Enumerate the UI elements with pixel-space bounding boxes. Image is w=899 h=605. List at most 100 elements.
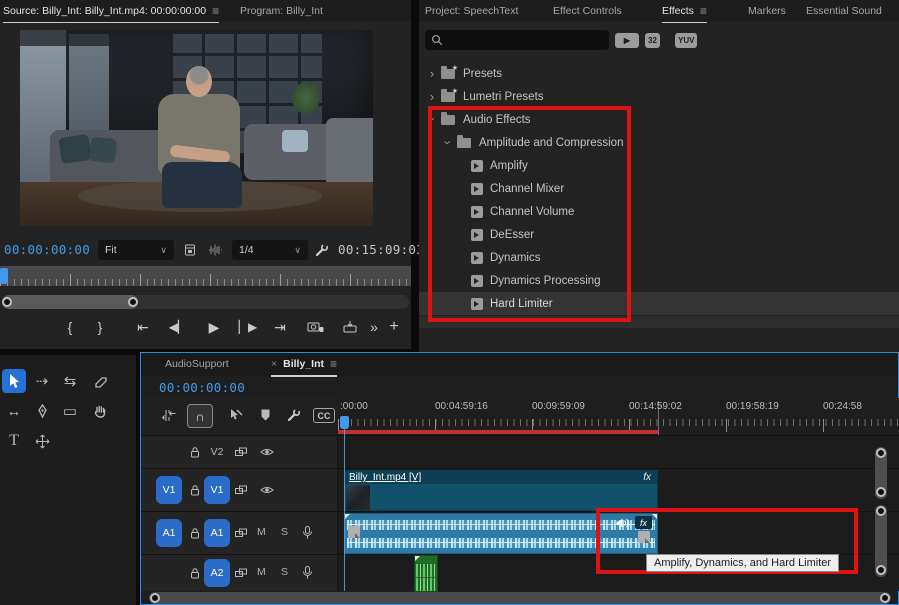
effects-tree-item[interactable]: ›Audio Effects bbox=[419, 108, 899, 131]
fit-dropdown[interactable]: Fit ∨ bbox=[98, 240, 174, 260]
type-tool[interactable]: T bbox=[2, 429, 26, 453]
source-patch-a1[interactable]: A1 bbox=[156, 519, 182, 547]
solo-button[interactable]: S bbox=[281, 566, 288, 578]
lock-icon[interactable] bbox=[187, 565, 203, 581]
mic-icon[interactable] bbox=[299, 564, 315, 580]
selection-tool[interactable] bbox=[2, 369, 26, 393]
fx-badge[interactable]: fx bbox=[643, 472, 651, 483]
timeline-settings-wrench-icon[interactable] bbox=[281, 404, 305, 426]
nest-sequence-icon[interactable] bbox=[157, 404, 181, 426]
mic-icon[interactable] bbox=[299, 524, 315, 540]
more-buttons-chevron[interactable]: » bbox=[366, 314, 382, 340]
mark-out-button[interactable]: } bbox=[92, 314, 108, 340]
tab-effects[interactable]: Effects ≡ bbox=[662, 0, 707, 23]
effects-tree-item[interactable]: ›★Presets bbox=[419, 62, 899, 85]
scroll-handle[interactable] bbox=[876, 487, 886, 497]
play-button[interactable]: ▶ bbox=[204, 314, 224, 340]
zoom-handle-right[interactable] bbox=[128, 297, 138, 307]
settings-output-icon[interactable] bbox=[181, 241, 199, 259]
remap-tool[interactable] bbox=[30, 429, 54, 453]
timeline-ruler[interactable]: :00:0000:04:59:1600:09:59:0900:14:59:020… bbox=[338, 398, 899, 435]
export-frame-button[interactable] bbox=[303, 314, 327, 340]
add-button-plus[interactable]: + bbox=[386, 314, 402, 340]
mute-button[interactable]: M bbox=[257, 526, 266, 538]
effects-tree-item[interactable]: ›Amplitude and Compression bbox=[419, 131, 899, 154]
sync-lock-icon[interactable] bbox=[233, 525, 249, 541]
insert-button[interactable] bbox=[338, 314, 362, 340]
track-target-v1[interactable]: V1 bbox=[204, 476, 230, 504]
accelerated-effects-badge[interactable]: ▶ bbox=[615, 33, 639, 48]
source-ruler[interactable] bbox=[0, 266, 411, 286]
track-zoom-scrollbar-audio[interactable] bbox=[875, 505, 887, 577]
fade-handle-icon[interactable] bbox=[652, 514, 657, 519]
scroll-handle[interactable] bbox=[880, 593, 890, 603]
ripple-edit-tool[interactable]: ⇆ bbox=[58, 369, 82, 393]
goto-out-button[interactable]: ⇥ bbox=[270, 314, 290, 340]
settings-wrench-icon[interactable] bbox=[312, 241, 330, 259]
audio-clip-billy-int[interactable]: fx bbox=[344, 513, 658, 554]
track-zoom-scrollbar-video[interactable] bbox=[875, 447, 887, 499]
scroll-handle[interactable] bbox=[876, 448, 886, 458]
pen-tool[interactable] bbox=[30, 399, 54, 423]
linked-selection-icon[interactable] bbox=[223, 404, 247, 426]
step-back-button[interactable]: ◀▏ bbox=[168, 314, 188, 340]
step-forward-button[interactable]: ▏▶ bbox=[238, 314, 258, 340]
scroll-handle[interactable] bbox=[150, 593, 160, 603]
mark-in-button[interactable]: { bbox=[62, 314, 78, 340]
tab-essential-sound[interactable]: Essential Sound bbox=[806, 0, 882, 22]
captions-icon[interactable]: CC bbox=[313, 408, 335, 423]
chevron-collapsed-icon[interactable]: › bbox=[425, 66, 439, 81]
lock-icon[interactable] bbox=[187, 525, 203, 541]
tab-billy-int[interactable]: × Billy_Int ≡ bbox=[271, 353, 337, 377]
effects-hscrollbar[interactable] bbox=[419, 316, 899, 328]
effects-tree-item[interactable]: Channel Volume bbox=[419, 200, 899, 223]
yuv-effects-badge[interactable]: YUV bbox=[675, 33, 697, 48]
effects-tree-item[interactable]: Amplify bbox=[419, 154, 899, 177]
slip-tool[interactable]: ↔ bbox=[2, 399, 26, 423]
effects-tree-item[interactable]: Dynamics bbox=[419, 246, 899, 269]
effects-tree-item[interactable]: Dynamics Processing bbox=[419, 269, 899, 292]
eye-icon[interactable] bbox=[259, 444, 275, 460]
source-timecode[interactable]: 00:00:00:00 bbox=[4, 242, 90, 257]
source-zoom-scrollbar[interactable] bbox=[2, 295, 409, 309]
tab-audiosupport[interactable]: AudioSupport bbox=[165, 353, 229, 375]
tab-effect-controls[interactable]: Effect Controls bbox=[553, 0, 622, 22]
tab-markers[interactable]: Markers bbox=[748, 0, 786, 22]
tab-source[interactable]: Source: Billy_Int: Billy_Int.mp4: 00:00:… bbox=[3, 0, 219, 23]
close-icon[interactable]: × bbox=[271, 358, 277, 370]
add-marker-icon[interactable] bbox=[253, 404, 277, 426]
panel-menu-icon[interactable]: ≡ bbox=[330, 357, 337, 371]
fade-handle-icon[interactable] bbox=[415, 556, 420, 561]
track-target-a1[interactable]: A1 bbox=[204, 519, 230, 547]
search-input[interactable] bbox=[448, 33, 582, 47]
scroll-handle[interactable] bbox=[876, 506, 886, 516]
razor-tool[interactable] bbox=[88, 369, 112, 393]
timeline-timecode[interactable]: 00:00:00:00 bbox=[159, 380, 245, 395]
track-select-forward-tool[interactable]: ⇢ bbox=[30, 369, 54, 393]
panel-menu-icon[interactable]: ≡ bbox=[700, 4, 707, 18]
track-target-v2[interactable]: V2 bbox=[204, 441, 230, 463]
resolution-dropdown[interactable]: 1/4 ∨ bbox=[232, 240, 308, 260]
timeline-playhead[interactable] bbox=[340, 416, 349, 429]
eye-icon[interactable] bbox=[259, 482, 275, 498]
32bit-effects-badge[interactable]: 32 bbox=[645, 33, 660, 48]
effects-tree-item[interactable]: Channel Mixer bbox=[419, 177, 899, 200]
tab-program[interactable]: Program: Billy_Int bbox=[240, 0, 323, 22]
timeline-hscrollbar[interactable] bbox=[149, 592, 891, 604]
scroll-handle[interactable] bbox=[876, 565, 886, 575]
sync-lock-icon[interactable] bbox=[233, 444, 249, 460]
source-playhead[interactable] bbox=[0, 268, 8, 284]
sync-lock-icon[interactable] bbox=[233, 482, 249, 498]
effects-tree-item[interactable]: ›★Lumetri Presets bbox=[419, 85, 899, 108]
tab-project[interactable]: Project: SpeechText bbox=[425, 0, 518, 22]
zoom-handle-left[interactable] bbox=[2, 297, 12, 307]
chevron-collapsed-icon[interactable]: › bbox=[425, 89, 439, 104]
track-target-a2[interactable]: A2 bbox=[204, 559, 230, 587]
video-clip-billy-int[interactable]: Billy_Int.mp4 [V] fx bbox=[344, 470, 658, 511]
solo-button[interactable]: S bbox=[281, 526, 288, 538]
sync-lock-icon[interactable] bbox=[233, 565, 249, 581]
effects-tree-item[interactable]: Hard Limiter bbox=[419, 292, 899, 315]
panel-menu-icon[interactable]: ≡ bbox=[212, 4, 219, 18]
lock-icon[interactable] bbox=[187, 444, 203, 460]
snap-toggle[interactable]: ∩ bbox=[187, 404, 213, 428]
